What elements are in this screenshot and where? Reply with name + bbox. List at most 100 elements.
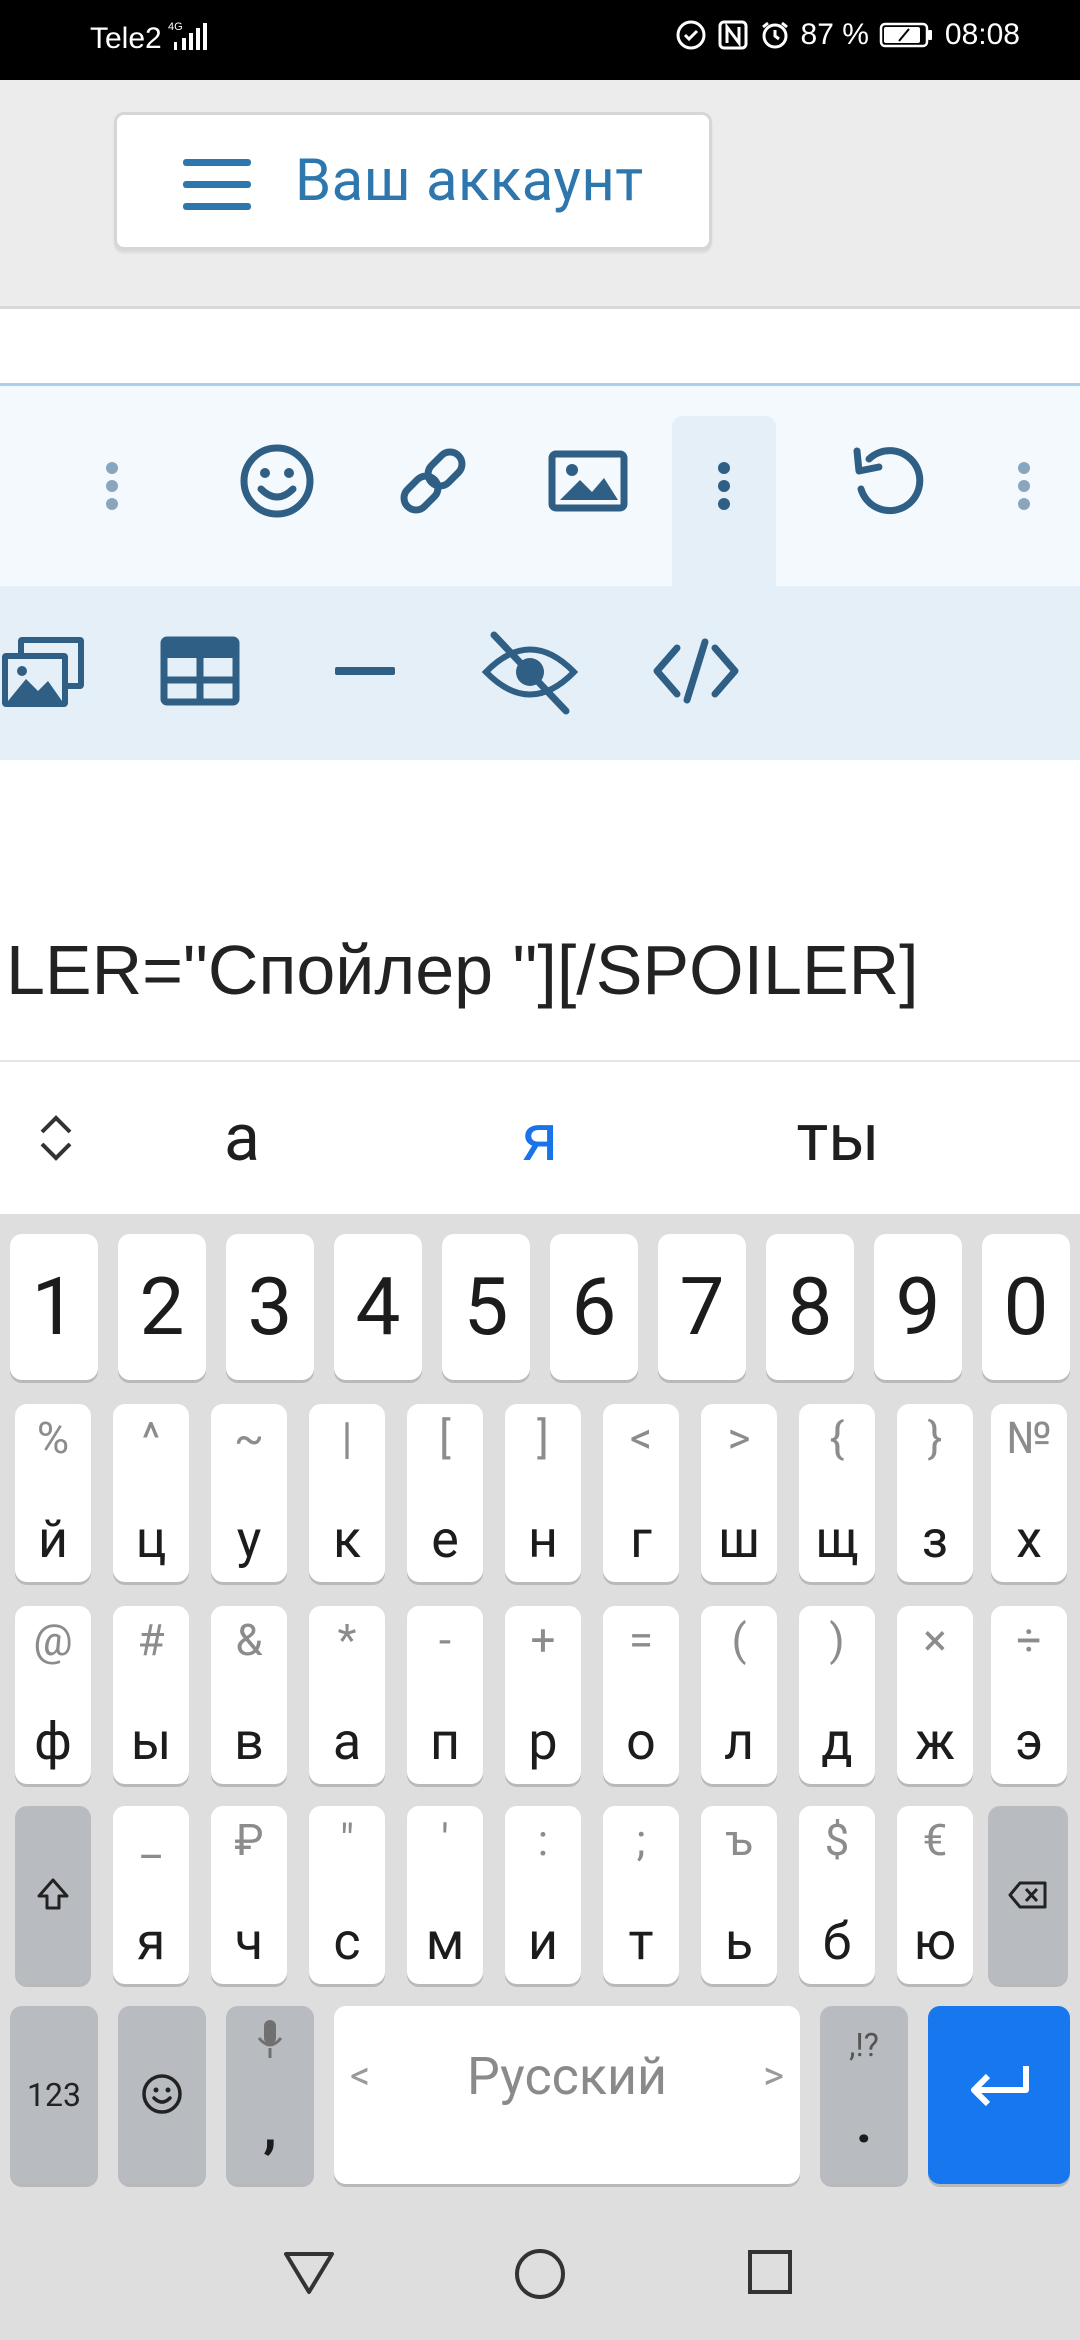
key-н[interactable]: ] н (505, 1404, 581, 1582)
key-б[interactable]: $ б (799, 1806, 875, 1984)
key-label: п (429, 1711, 460, 1772)
key-3[interactable]: 3 (226, 1234, 314, 1380)
key-х[interactable]: № х (991, 1404, 1067, 1582)
suggestion-3[interactable]: ты (738, 1100, 938, 1177)
key-в[interactable]: & в (211, 1606, 287, 1784)
key-8[interactable]: 8 (766, 1234, 854, 1380)
suggestion-1[interactable]: а (142, 1100, 342, 1177)
space-key[interactable]: < Русский > (334, 2006, 800, 2184)
expand-toggle-icon[interactable] (34, 1110, 78, 1170)
key-о[interactable]: = о (603, 1606, 679, 1784)
key-alt-label: { (829, 1412, 845, 1464)
key-alt-label: * (337, 1614, 357, 1666)
link-icon[interactable] (388, 436, 478, 526)
key-к[interactable]: | к (309, 1404, 385, 1582)
battery-icon (879, 22, 932, 48)
key-0[interactable]: 0 (982, 1234, 1070, 1380)
period-key[interactable]: ,!? . (820, 2006, 908, 2184)
key-label: я (136, 1911, 166, 1972)
suggestion-2[interactable]: я (440, 1100, 640, 1177)
more-vertical-icon[interactable] (994, 446, 1054, 526)
comma-voice-key[interactable]: , (226, 2006, 314, 2184)
battery-percent: 87 % (800, 18, 869, 51)
alarm-icon (761, 21, 788, 49)
key-label: л (723, 1711, 755, 1772)
key-л[interactable]: (л (701, 1606, 777, 1784)
horizontal-rule-icon[interactable] (320, 626, 410, 716)
recents-square-icon[interactable] (746, 2248, 794, 2300)
account-button-label: Ваш аккаунт (295, 147, 644, 215)
message-editor[interactable]: LER="Спойлер "][/SPOILER] (0, 760, 1080, 1062)
key-ф[interactable]: @ ф (15, 1606, 91, 1784)
key-label: з (921, 1509, 949, 1570)
table-icon[interactable] (155, 626, 245, 716)
more-vertical-icon[interactable] (694, 446, 754, 526)
account-button[interactable]: Ваш аккаунт (114, 112, 712, 250)
key-щ[interactable]: {щ (799, 1404, 875, 1582)
key-label: б (822, 1911, 852, 1972)
smiley-icon[interactable] (232, 436, 322, 526)
key-й[interactable]: % й (15, 1404, 91, 1582)
key-alt-label: & (235, 1614, 263, 1666)
key-п[interactable]: -п (407, 1606, 483, 1784)
key-е[interactable]: [е (407, 1404, 483, 1582)
key-ц[interactable]: ^ ц (113, 1404, 189, 1582)
key-label: д (821, 1711, 853, 1772)
key-alt-label: ^ (141, 1412, 161, 1464)
more-vertical-icon[interactable] (82, 446, 142, 526)
symbols-key[interactable]: 123 (10, 2006, 98, 2184)
title-field[interactable] (0, 309, 1080, 386)
key-р[interactable]: + р (505, 1606, 581, 1784)
key-1[interactable]: 1 (10, 1234, 98, 1380)
key-label: щ (815, 1509, 859, 1570)
key-и[interactable]: :и (505, 1806, 581, 1984)
key-alt-label: < (629, 1412, 653, 1464)
key-а[interactable]: * а (309, 1606, 385, 1784)
key-ш[interactable]: > ш (701, 1404, 777, 1582)
suggestion-bar: а я ты (0, 1062, 1080, 1214)
key-label: у (236, 1509, 262, 1570)
key-д[interactable]: ) д (799, 1606, 875, 1784)
emoji-key[interactable] (118, 2006, 206, 2184)
key-с[interactable]: " с (309, 1806, 385, 1984)
enter-icon (964, 2060, 1036, 2120)
undo-icon[interactable] (842, 436, 932, 526)
key-ы[interactable]: # ы (113, 1606, 189, 1784)
key-alt-label: # (137, 1614, 165, 1666)
gallery-icon[interactable] (0, 626, 90, 716)
key-alt-label: ) (829, 1614, 845, 1666)
spoiler-hidden-icon[interactable] (480, 622, 580, 722)
key-alt-label: № (1006, 1412, 1052, 1464)
key-ч[interactable]: ₽ ч (211, 1806, 287, 1984)
key-6[interactable]: 6 (550, 1234, 638, 1380)
image-icon[interactable] (543, 436, 633, 526)
key-label: ю (913, 1911, 957, 1972)
emoji-icon (140, 2072, 184, 2120)
key-4[interactable]: 4 (334, 1234, 422, 1380)
back-triangle-icon[interactable] (282, 2248, 336, 2300)
key-alt-label: ( (731, 1614, 747, 1666)
code-icon[interactable] (648, 626, 744, 716)
enter-key[interactable] (928, 2006, 1070, 2184)
key-э[interactable]: ÷ э (991, 1606, 1067, 1784)
key-label: й (37, 1509, 68, 1570)
key-г[interactable]: < г (603, 1404, 679, 1582)
key-т[interactable]: ; т (603, 1806, 679, 1984)
key-я[interactable]: _ я (113, 1806, 189, 1984)
key-label: т (628, 1911, 654, 1972)
key-2[interactable]: 2 (118, 1234, 206, 1380)
key-ь[interactable]: ъь (701, 1806, 777, 1984)
key-ж[interactable]: × ж (897, 1606, 973, 1784)
key-у[interactable]: ~ у (211, 1404, 287, 1582)
key-з[interactable]: } з (897, 1404, 973, 1582)
key-м[interactable]: ' м (407, 1806, 483, 1984)
key-9[interactable]: 9 (874, 1234, 962, 1380)
key-ю[interactable]: € ю (897, 1806, 973, 1984)
key-alt-label: | (341, 1412, 353, 1464)
more-vertical-icon[interactable] (0, 446, 10, 526)
shift-key[interactable] (15, 1806, 91, 1984)
backspace-key[interactable] (988, 1806, 1068, 1984)
key-5[interactable]: 5 (442, 1234, 530, 1380)
key-7[interactable]: 7 (658, 1234, 746, 1380)
home-circle-icon[interactable] (514, 2248, 566, 2304)
